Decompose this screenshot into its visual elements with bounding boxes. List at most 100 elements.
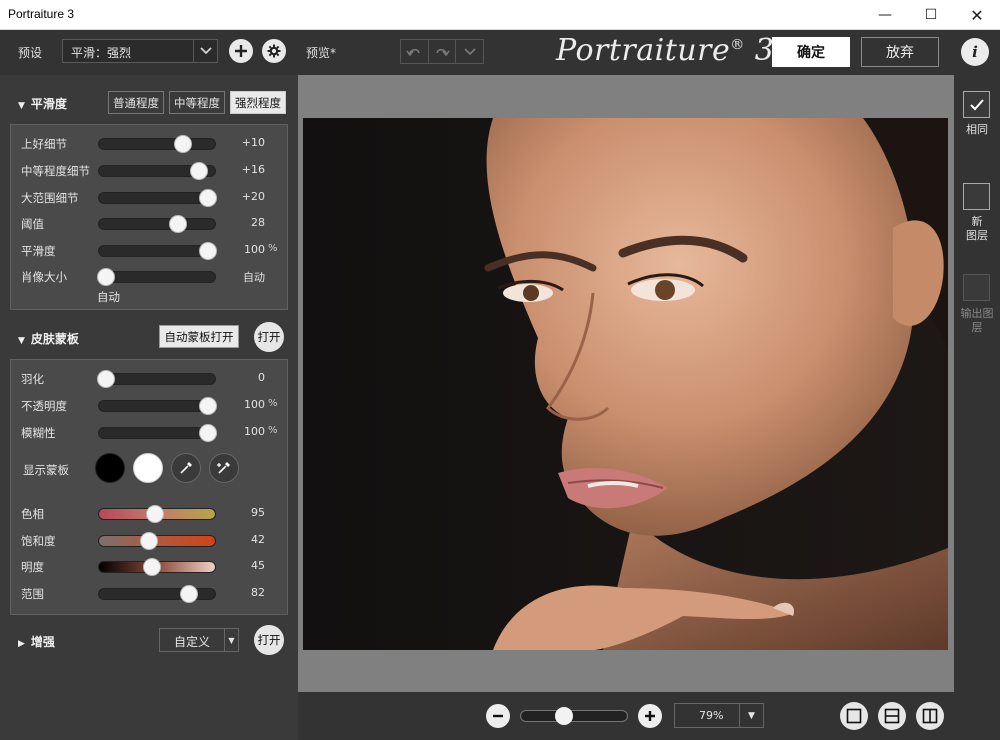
slider-value: 45 [251,559,265,572]
slider-knob[interactable] [199,189,218,207]
same-layer-checkbox[interactable] [963,91,990,118]
hue-slider[interactable] [98,505,216,523]
medium-detail-slider[interactable] [98,162,216,180]
feather-slider[interactable] [96,370,216,388]
white-swatch[interactable] [133,453,163,483]
slider-row: 中等程度细节 +16 [11,160,289,180]
slider-row: 色相 95 [11,503,289,523]
minimize-button[interactable]: — [862,0,908,30]
saturation-slider[interactable] [98,532,216,550]
slider-label: 中等程度细节 [21,164,90,178]
slider-value: 82 [251,586,265,599]
slider-value: +10 [241,136,265,149]
skin-mask-section-header[interactable]: ▼ 皮肤蒙板 [18,330,79,347]
split-vertical-button[interactable] [916,702,944,730]
slider-row: 肖像大小 自动 [11,266,289,286]
eyedropper-button[interactable] [171,453,201,483]
eyedropper-plus-button[interactable] [209,453,239,483]
black-swatch[interactable] [95,453,125,483]
chevron-down-icon[interactable] [193,39,217,63]
mode-medium-button[interactable]: 中等程度 [169,91,225,114]
opacity-slider[interactable] [98,397,218,415]
slider-unit: % [268,243,278,254]
chevron-down-icon[interactable]: ▼ [739,704,763,727]
slider-knob[interactable] [180,585,199,603]
slider-knob[interactable] [96,268,115,286]
split-horizontal-icon [884,708,900,724]
zoom-in-button[interactable] [638,704,662,728]
preview-label[interactable]: 预览* [306,44,336,61]
zoom-slider[interactable] [520,707,628,725]
enhance-section-header[interactable]: ▶ 增强 [18,633,55,650]
output-layer-label: 输出图 层 [960,307,994,334]
history-dropdown-icon[interactable] [456,40,483,63]
slider-label: 平滑度 [21,244,56,258]
window-title: Portraiture 3 [8,7,75,21]
triangle-right-icon: ▶ [18,639,25,649]
chevron-down-icon[interactable]: ▼ [224,629,238,651]
skin-mask-toggle[interactable]: 打开 [254,322,284,352]
slider-label: 明度 [21,560,44,574]
zoom-slider-knob[interactable] [555,707,574,725]
mode-normal-button[interactable]: 普通程度 [108,91,164,114]
slider-knob[interactable] [139,532,158,550]
range-slider[interactable] [98,585,216,603]
smoothing-section-header[interactable]: ▼ 平滑度 [18,95,67,112]
undo-icon[interactable] [401,40,429,63]
large-detail-slider[interactable] [98,189,218,207]
cancel-button[interactable]: 放弃 [861,37,939,67]
preview-area [298,75,954,692]
new-layer-label: 新 图层 [966,215,988,242]
slider-knob[interactable] [199,397,218,415]
preview-image[interactable] [303,118,948,650]
threshold-slider[interactable] [98,215,216,233]
slider-row: 明度 45 [11,556,289,576]
top-toolbar: 预设 平滑：强烈 预览* Portraiture® 3 确定 放弃 i [0,30,1000,75]
enhance-preset-select[interactable]: 自定义 ▼ [159,628,239,652]
slider-row: 平滑度 100 % [11,240,289,260]
preset-select[interactable]: 平滑：强烈 [62,39,218,63]
mode-strong-button[interactable]: 强烈程度 [230,91,286,114]
portrait-size-slider[interactable] [96,268,216,286]
slider-label: 色相 [21,507,44,521]
slider-label: 上好细节 [21,137,67,151]
fine-detail-slider[interactable] [98,135,216,153]
split-horizontal-button[interactable] [878,702,906,730]
maximize-button[interactable]: ☐ [908,0,954,30]
add-preset-button[interactable] [229,39,253,63]
zoom-out-button[interactable] [486,704,510,728]
slider-row: 模糊性 100 % [11,422,289,442]
slider-unit: % [268,398,278,409]
slider-knob[interactable] [143,558,162,576]
close-button[interactable]: ✕ [954,0,1000,30]
slider-knob[interactable] [168,215,187,233]
fuzziness-slider[interactable] [98,424,218,442]
slider-knob[interactable] [189,162,208,180]
lightness-slider[interactable] [98,558,216,576]
slider-value: 100 [244,398,265,411]
auto-mask-button[interactable]: 自动蒙板打开 [159,325,239,348]
redo-icon[interactable] [429,40,457,63]
output-layer-checkbox[interactable] [963,274,990,301]
ok-button[interactable]: 确定 [772,37,850,67]
slider-knob[interactable] [145,505,164,523]
settings-button[interactable] [262,39,286,63]
smoothness-slider[interactable] [98,242,218,260]
slider-knob[interactable] [199,242,218,260]
info-button[interactable]: i [961,38,989,66]
enhance-toggle[interactable]: 打开 [254,625,284,655]
slider-knob[interactable] [173,135,192,153]
portrait-size-note: 自动 [97,290,120,304]
preset-label: 预设 [18,46,43,60]
zoom-level-select[interactable]: 79% ▼ [674,703,764,728]
new-layer-checkbox[interactable] [963,183,990,210]
single-view-button[interactable] [840,702,868,730]
slider-value: +16 [241,163,265,176]
slider-knob[interactable] [96,370,115,388]
slider-knob[interactable] [199,424,218,442]
split-vertical-icon [922,708,938,724]
slider-row: 大范围细节 +20 [11,187,289,207]
smoothing-sliders-box: 上好细节 +10 中等程度细节 +16 大范围细节 +20 阈值 28 平滑度 … [10,124,288,310]
slider-label: 大范围细节 [21,191,79,205]
undo-redo-group [400,39,484,64]
